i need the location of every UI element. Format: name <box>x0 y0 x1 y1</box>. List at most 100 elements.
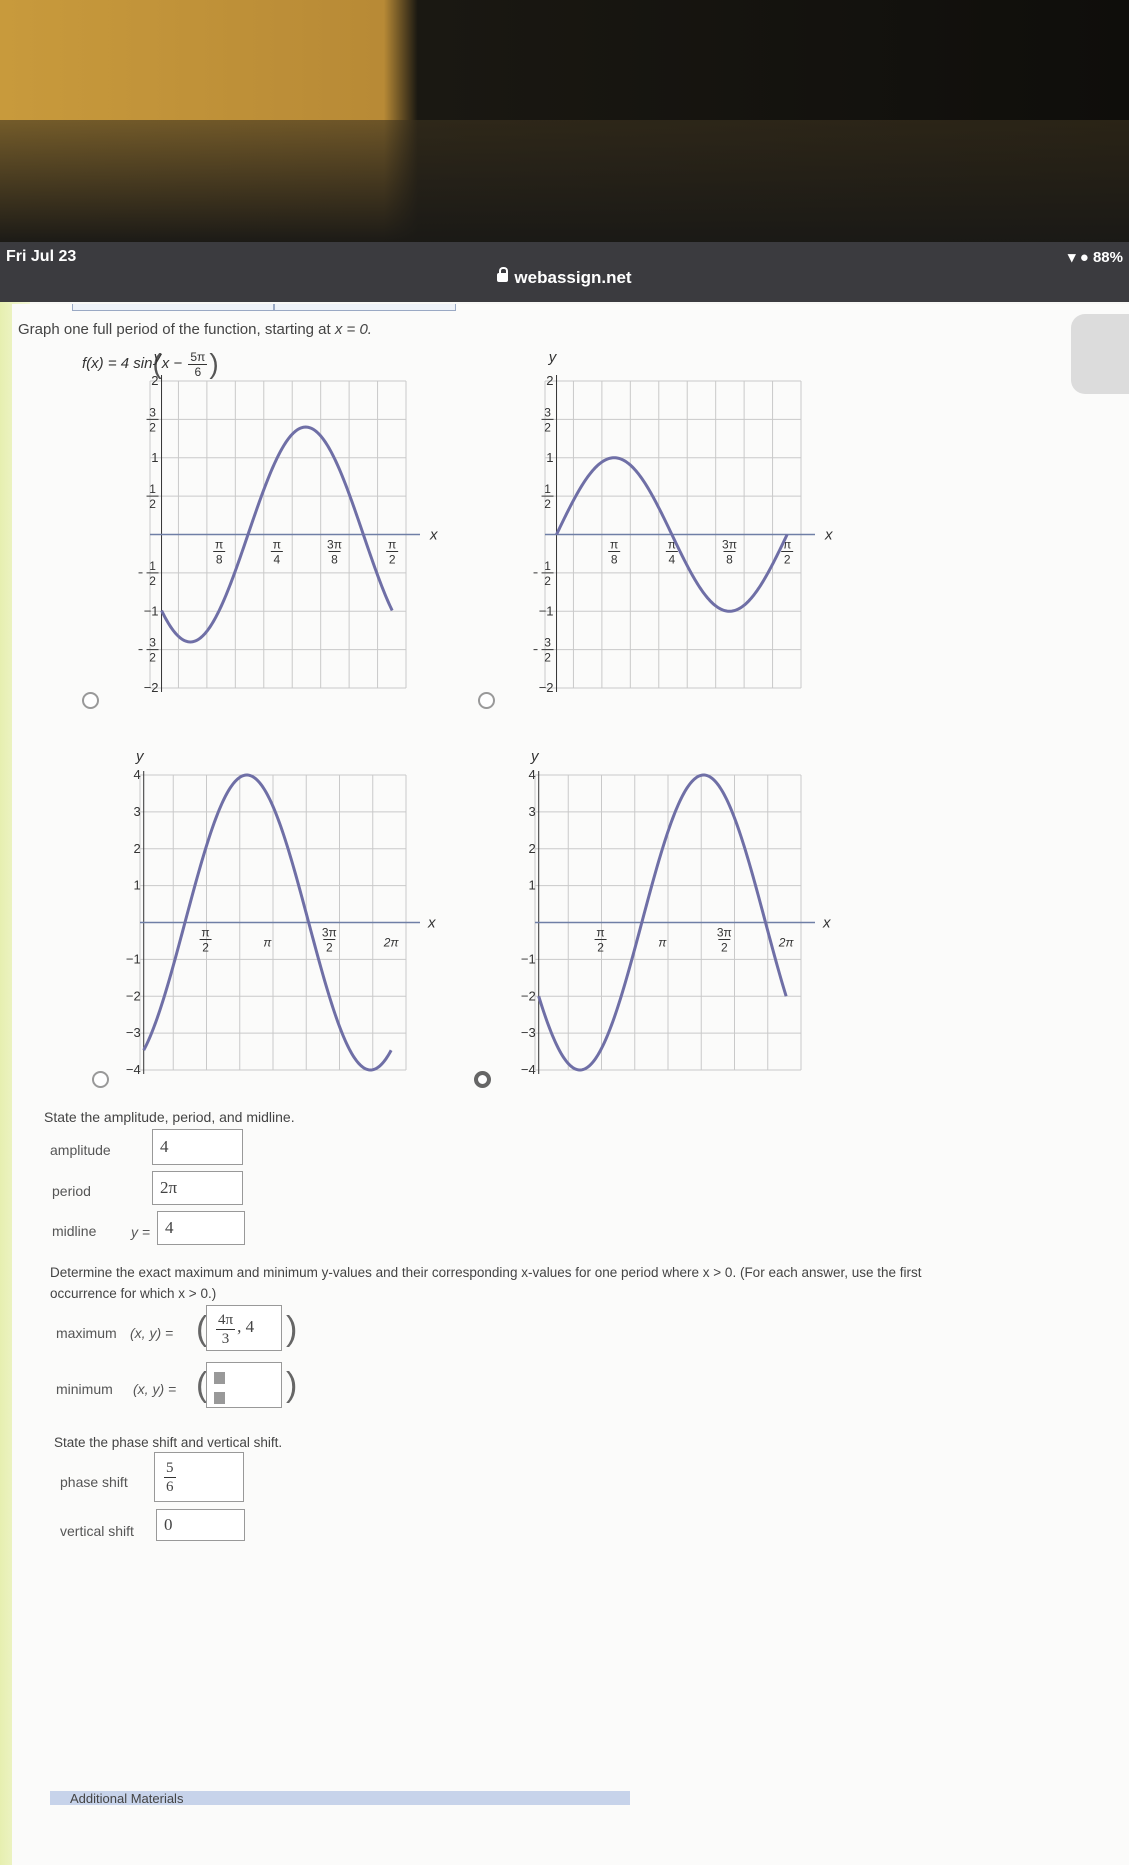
x-tick-fraction-num: π <box>273 538 281 552</box>
y-tick-label: 3 <box>133 804 140 819</box>
y-tick-fraction-den: 2 <box>544 497 551 511</box>
y-tick-fraction-den: 2 <box>544 420 551 434</box>
y-tick-label: −1 <box>126 951 141 966</box>
x-tick-label: π <box>263 936 272 950</box>
phase-shift-label: phase shift <box>60 1474 128 1490</box>
tab-edge-1 <box>72 304 274 311</box>
x-tick-fraction-num: π <box>215 538 223 552</box>
y-tick-fraction: 12 <box>533 559 554 588</box>
x-tick-fraction-num: π <box>388 538 396 552</box>
battery-icon: ● <box>1079 249 1089 266</box>
x-tick-fraction-num: π <box>596 926 604 940</box>
numerator-placeholder <box>214 1372 225 1384</box>
y-tick-fraction: 32 <box>541 405 554 434</box>
x-tick-fraction: 3π8 <box>327 538 342 567</box>
phase-shift-input[interactable]: 56 <box>154 1452 244 1502</box>
y-tick-label: −4 <box>521 1062 536 1077</box>
y-axis-label: y <box>135 748 145 765</box>
x-tick-fraction: π2 <box>199 926 212 955</box>
y-tick-fraction-num: 3 <box>149 636 156 650</box>
amplitude-label: amplitude <box>50 1142 111 1158</box>
y-tick-label: 2 <box>133 841 140 856</box>
y-tick-label: −2 <box>144 680 159 695</box>
radio-option-3[interactable] <box>92 1071 109 1088</box>
period-input[interactable]: 2π <box>152 1171 243 1205</box>
y-tick-fraction-den: 2 <box>544 574 551 588</box>
y-tick-fraction-num: 3 <box>544 405 551 419</box>
x-tick-fraction: π4 <box>270 538 283 567</box>
x-tick-label: π <box>658 936 667 950</box>
y-tick-label: 2 <box>528 841 535 856</box>
section3-heading: State the phase shift and vertical shift… <box>54 1435 283 1450</box>
radio-option-4[interactable] <box>474 1071 491 1088</box>
y-tick-fraction: 32 <box>146 405 159 434</box>
question-prompt: Graph one full period of the function, s… <box>18 321 372 338</box>
midline-prefix: y = <box>131 1224 151 1240</box>
y-tick-fraction-num: 1 <box>149 559 156 573</box>
tab-edge-2 <box>274 304 456 311</box>
y-tick-label: 2 <box>151 373 158 388</box>
x-tick-fraction-den: 2 <box>389 553 396 567</box>
y-tick-label: 1 <box>546 450 553 465</box>
midline-label: midline <box>52 1223 97 1239</box>
x-tick-fraction-num: π <box>201 926 209 940</box>
radio-option-2[interactable] <box>478 692 495 709</box>
wifi-icon: ▾ <box>1068 249 1076 266</box>
status-battery: ▾ ● 88% <box>1068 249 1123 266</box>
x-tick-fraction-den: 8 <box>611 553 618 567</box>
status-bar: Fri Jul 23 ▾ ● 88% webassign.net <box>0 242 1129 302</box>
x-axis-label: x <box>824 527 833 544</box>
y-tick-fraction-num: 1 <box>544 559 551 573</box>
x-tick-fraction: 3π2 <box>717 926 732 955</box>
y-tick-label: −2 <box>126 988 141 1003</box>
minimum-input[interactable] <box>206 1362 282 1408</box>
x-axis-label: x <box>429 527 438 544</box>
amplitude-input[interactable]: 4 <box>152 1129 243 1165</box>
additional-materials-bar[interactable]: Additional Materials <box>50 1791 630 1805</box>
vertical-shift-label: vertical shift <box>60 1523 134 1539</box>
status-time: Fri Jul 23 <box>6 248 77 265</box>
midline-input[interactable]: 4 <box>157 1211 245 1245</box>
x-tick-fraction-num: π <box>610 538 618 552</box>
maximum-label: maximum <box>56 1325 117 1341</box>
graph-option-2: yx21−1−232121232π8π43π8π2 <box>533 349 833 695</box>
period-label: period <box>52 1183 91 1199</box>
x-tick-fraction-den: 2 <box>721 941 728 955</box>
x-tick-label: 2π <box>778 936 795 950</box>
x-tick-label: 2π <box>383 936 400 950</box>
y-tick-label: 1 <box>133 878 140 893</box>
y-axis-label: y <box>530 748 540 765</box>
maximum-close-paren: ) <box>286 1310 298 1348</box>
minimum-xy-label: (x, y) = <box>133 1381 177 1397</box>
tablet-screen: Fri Jul 23 ▾ ● 88% webassign.net Graph o… <box>0 242 1129 1865</box>
x-tick-fraction-den: 8 <box>726 553 733 567</box>
url-bar[interactable]: webassign.net <box>0 267 1129 288</box>
side-panel-toggle[interactable] <box>1071 314 1129 394</box>
graph-option-4: yx4321−1−2−3−4π23π2π 2π <box>521 748 831 1077</box>
y-tick-fraction: 32 <box>533 636 554 665</box>
y-tick-label: −3 <box>126 1025 141 1040</box>
x-tick-fraction-num: 3π <box>717 926 732 940</box>
y-tick-fraction-num: 3 <box>149 405 156 419</box>
maximum-input[interactable]: 4π 3, 4 <box>206 1305 282 1351</box>
x-tick-fraction-den: 2 <box>202 941 209 955</box>
radio-option-1[interactable] <box>82 692 99 709</box>
y-tick-fraction-num: 1 <box>544 482 551 496</box>
y-tick-label: −2 <box>539 680 554 695</box>
y-tick-label: 4 <box>528 767 535 782</box>
lock-icon <box>497 267 509 283</box>
y-tick-label: −1 <box>521 951 536 966</box>
x-tick-fraction-den: 8 <box>216 553 223 567</box>
section1-heading: State the amplitude, period, and midline… <box>44 1109 295 1125</box>
y-tick-fraction: 12 <box>138 559 159 588</box>
y-axis-label: y <box>548 349 558 366</box>
y-tick-fraction-den: 2 <box>149 497 156 511</box>
section2-heading: Determine the exact maximum and minimum … <box>50 1265 922 1301</box>
vertical-shift-input[interactable]: 0 <box>156 1509 245 1541</box>
y-tick-label: −1 <box>144 603 159 618</box>
y-tick-label: 1 <box>151 450 158 465</box>
y-tick-label: 3 <box>528 804 535 819</box>
graph-option-3: yx4321−1−2−3−4π23π2π 2π <box>126 748 436 1077</box>
y-tick-fraction-den: 2 <box>544 651 551 665</box>
y-tick-label: 2 <box>546 373 553 388</box>
